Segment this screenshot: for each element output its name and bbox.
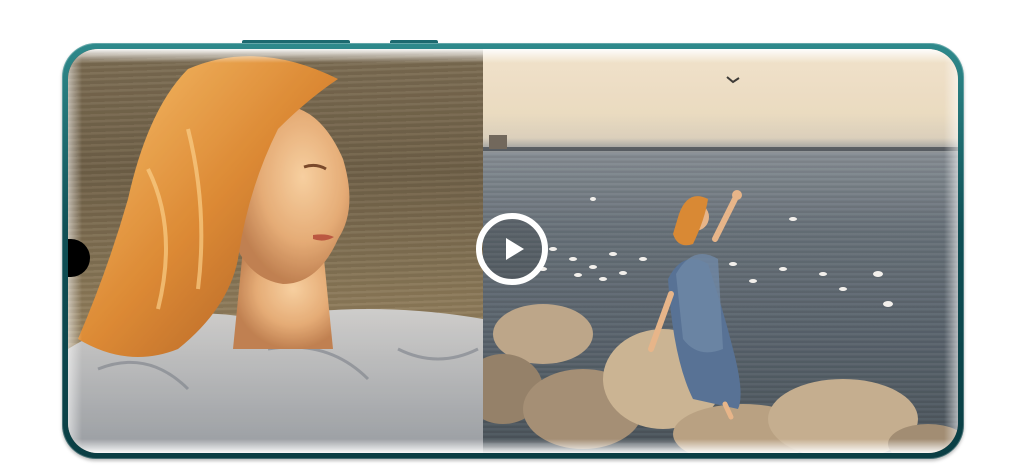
seaside-illustration xyxy=(483,49,958,453)
video-frame-seaside xyxy=(483,49,958,453)
stage xyxy=(0,0,1025,465)
play-button[interactable] xyxy=(476,213,548,285)
play-icon xyxy=(506,238,524,260)
video-frame-portrait xyxy=(68,49,483,453)
portrait-illustration xyxy=(68,49,483,453)
screen-edge-glare xyxy=(944,49,958,453)
